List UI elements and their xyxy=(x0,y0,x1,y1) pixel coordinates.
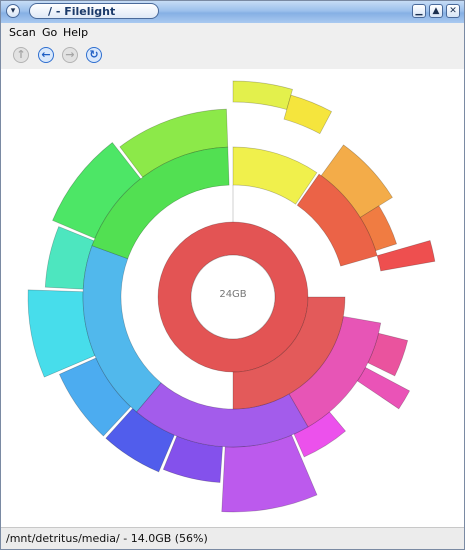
back-button[interactable]: ← xyxy=(38,47,54,63)
window-menu-button[interactable]: ▾ xyxy=(6,4,20,18)
arrow-right-icon: → xyxy=(65,48,75,61)
refresh-icon: ↻ xyxy=(89,48,99,61)
menu-scan[interactable]: Scan xyxy=(9,26,36,39)
refresh-button[interactable]: ↻ xyxy=(86,47,102,63)
minimize-button[interactable]: ▁ xyxy=(412,4,426,18)
radial-map-area: 24GB xyxy=(1,69,464,527)
status-bar: /mnt/detritus/media/ - 14.0GB (56%) xyxy=(1,527,464,549)
menu-help[interactable]: Help xyxy=(63,26,88,39)
title-bar[interactable]: ▾ / - Filelight ▁ ▲ ✕ xyxy=(1,1,464,24)
maximize-icon: ▲ xyxy=(432,6,440,16)
minimize-icon: ▁ xyxy=(415,6,423,16)
folder-segment[interactable] xyxy=(283,94,333,135)
chevron-down-icon: ▾ xyxy=(10,6,16,16)
center-size-label[interactable]: 24GB xyxy=(209,289,257,300)
up-button[interactable]: ↑ xyxy=(13,47,29,63)
arrow-up-icon: ↑ xyxy=(16,48,26,61)
close-icon: ✕ xyxy=(449,6,457,16)
folder-segment[interactable] xyxy=(356,366,411,410)
menu-bar: Scan Go Help xyxy=(1,23,464,42)
folder-segment[interactable] xyxy=(232,80,293,110)
filelight-window: ▾ / - Filelight ▁ ▲ ✕ Scan Go Help ↑ ← →… xyxy=(0,0,465,550)
menu-go[interactable]: Go xyxy=(42,26,57,39)
forward-button[interactable]: → xyxy=(62,47,78,63)
toolbar: ↑ ← → ↻ xyxy=(1,42,464,69)
maximize-button[interactable]: ▲ xyxy=(429,4,443,18)
arrow-left-icon: ← xyxy=(41,48,51,61)
close-button[interactable]: ✕ xyxy=(446,4,460,18)
window-title: / - Filelight xyxy=(29,3,159,19)
